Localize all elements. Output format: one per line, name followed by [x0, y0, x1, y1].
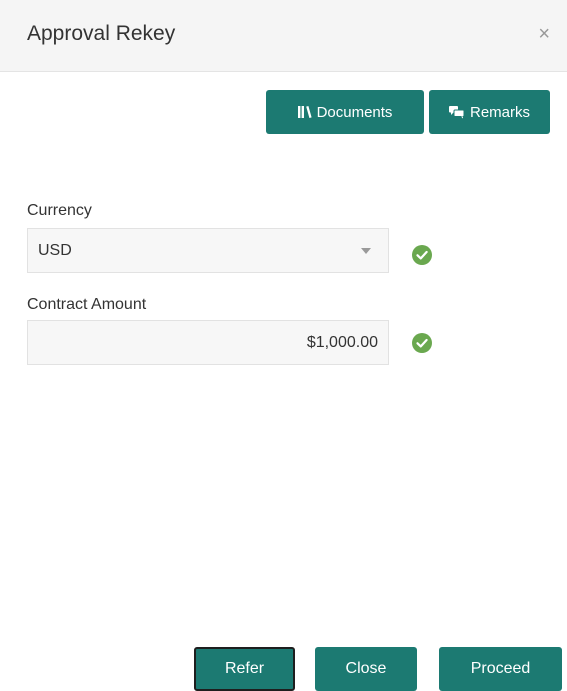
- documents-button[interactable]: Documents: [266, 90, 424, 134]
- proceed-button-label: Proceed: [470, 660, 531, 677]
- library-icon: [297, 105, 312, 119]
- contract-amount-value: $1,000.00: [306, 334, 378, 351]
- contract-amount-field[interactable]: $1,000.00: [27, 320, 389, 365]
- currency-label: Currency: [27, 202, 92, 219]
- proceed-button[interactable]: Proceed: [439, 647, 562, 691]
- documents-button-label: Documents: [316, 103, 393, 121]
- refer-button[interactable]: Refer: [194, 647, 295, 691]
- dialog-title: Approval Rekey: [27, 22, 176, 45]
- chat-icon: [448, 105, 465, 119]
- contract-amount-label: Contract Amount: [27, 296, 147, 313]
- chevron-down-icon[interactable]: [361, 248, 371, 254]
- close-icon[interactable]: ×: [538, 22, 550, 46]
- remarks-button-label: Remarks: [469, 103, 530, 121]
- close-button-label: Close: [345, 660, 387, 677]
- check-circle-icon: [412, 245, 432, 265]
- dialog-header: Approval Rekey ×: [0, 0, 567, 72]
- approval-rekey-dialog: Approval Rekey × Documents Remarks Curre…: [0, 0, 567, 691]
- close-button[interactable]: Close: [315, 647, 417, 691]
- check-circle-icon: [412, 333, 432, 353]
- remarks-button[interactable]: Remarks: [429, 90, 550, 134]
- refer-button-label: Refer: [224, 660, 265, 677]
- currency-select[interactable]: USD: [27, 228, 389, 273]
- currency-value: USD: [38, 242, 72, 259]
